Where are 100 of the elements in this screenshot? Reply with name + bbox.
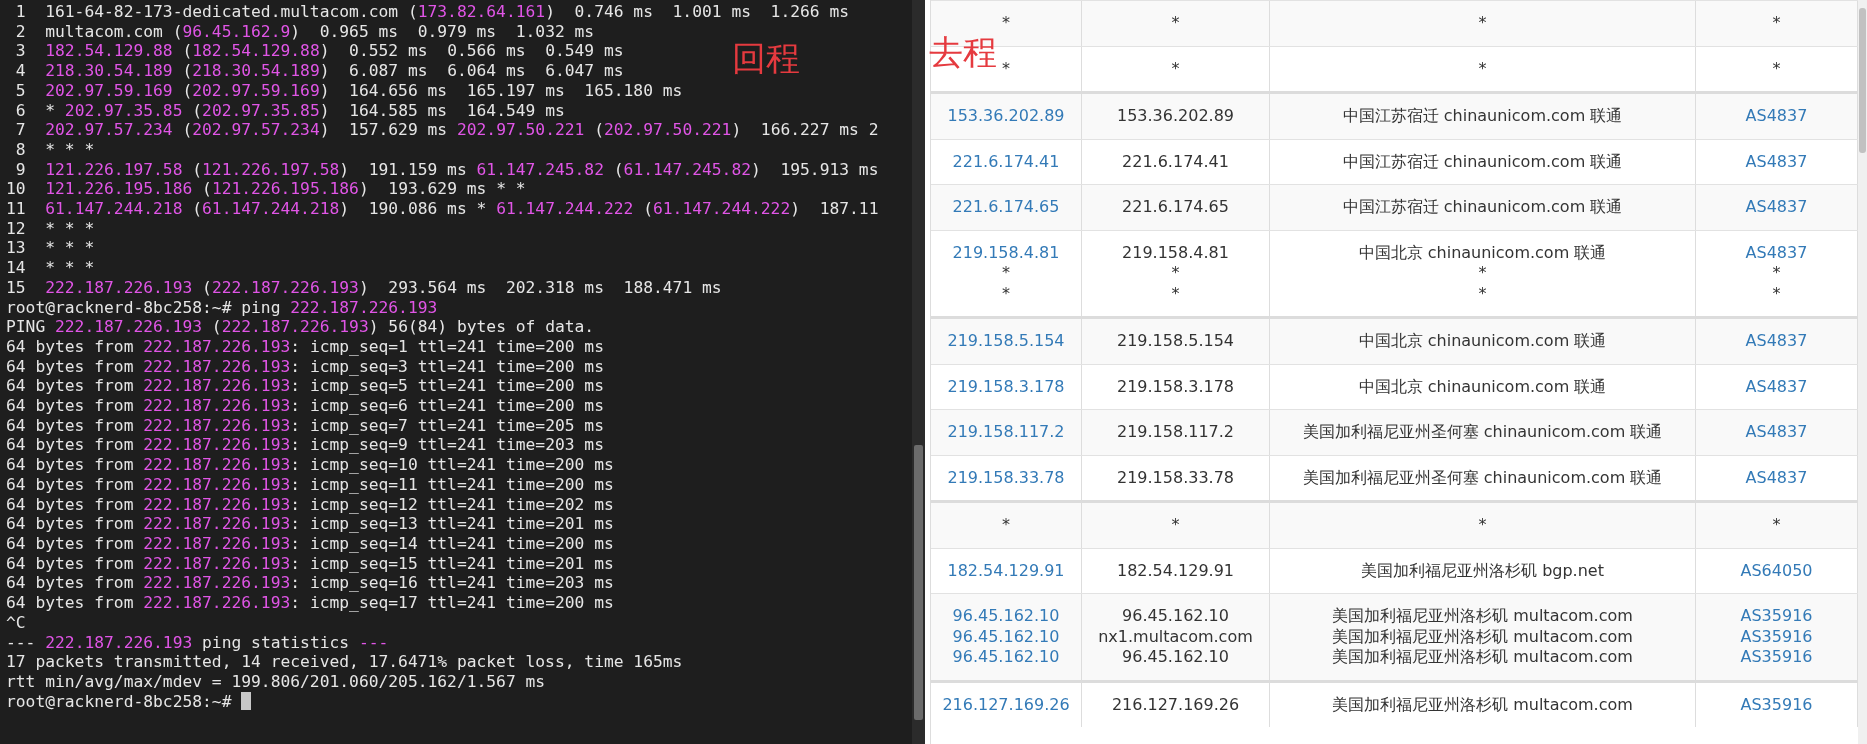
- ip-link[interactable]: 219.158.117.2: [947, 422, 1065, 443]
- hostname-text: 216.127.169.26: [1111, 694, 1240, 715]
- terminal-line: 10 121.226.195.186 (121.226.195.186) 193.629 ms * *: [6, 179, 526, 200]
- terminal-line: 64 bytes from 222.187.226.193: icmp_seq=1 ttl=241 time=200 ms: [6, 336, 604, 357]
- timeout-mark: *: [1002, 13, 1010, 34]
- annotation-label: 去程: [929, 32, 997, 72]
- timeout-mark: *: [1478, 283, 1487, 304]
- location-text: 中国江苏宿迁 chinaunicom.com 联通: [1342, 106, 1623, 127]
- timeout-mark: *: [1478, 13, 1487, 34]
- ip-link[interactable]: 219.158.5.154: [947, 331, 1065, 352]
- terminal-line: 6 * 202.97.35.85 (202.97.35.85) 164.585 ms 164.549 ms: [14, 100, 565, 121]
- terminal-line: 64 bytes from 222.187.226.193: icmp_seq=12 ttl=241 time=202 ms: [6, 494, 614, 515]
- hostname-text: 182.54.129.91: [1116, 560, 1235, 581]
- terminal-line: 2 multacom.com (96.45.162.9) 0.965 ms 0.979 ms 1.032 ms: [14, 21, 595, 42]
- terminal-line: 13 * * *: [6, 238, 95, 259]
- terminal-line: 64 bytes from 222.187.226.193: icmp_seq=5 ttl=241 time=200 ms: [6, 376, 604, 397]
- scrollbar[interactable]: [1858, 0, 1867, 744]
- hostname-text: 219.158.33.78: [1116, 467, 1235, 488]
- terminal-line: 3 182.54.129.88 (182.54.129.88) 0.552 ms 0.566 ms 0.549 ms: [14, 41, 624, 62]
- location-text: 中国北京 chinaunicom.com 联通: [1358, 376, 1607, 397]
- ip-link[interactable]: 182.54.129.91: [947, 560, 1065, 581]
- timeout-mark: *: [1478, 58, 1487, 79]
- ip-link[interactable]: 221.6.174.41: [952, 151, 1060, 172]
- ip-link[interactable]: 153.36.202.89: [947, 106, 1065, 127]
- timeout-mark: *: [1171, 515, 1180, 536]
- hostname-text: nx1.multacom.com: [1098, 626, 1253, 647]
- terminal-line: PING 222.187.226.193 (222.187.226.193) 56(84) bytes of data.: [6, 317, 595, 337]
- location-text: 美国加利福尼亚州洛杉矶 multacom.com: [1332, 606, 1633, 627]
- location-text: 美国加利福尼亚州洛杉矶 multacom.com: [1332, 647, 1633, 668]
- location-text: 中国江苏宿迁 chinaunicom.com 联通: [1342, 197, 1623, 218]
- hostname-text: 219.158.5.154: [1116, 331, 1235, 352]
- terminal-line: rtt min/avg/max/mdev = 199.806/201.060/205.162/1.567 ms: [6, 671, 546, 692]
- hostname-text: 219.158.3.178: [1116, 376, 1235, 397]
- asn-link[interactable]: AS4837: [1745, 197, 1808, 218]
- terminal-line: 5 202.97.59.169 (202.97.59.169) 164.656 ms 165.197 ms 165.180 ms: [14, 80, 683, 101]
- asn-link[interactable]: AS4837: [1745, 106, 1808, 127]
- timeout-mark: *: [1002, 515, 1010, 536]
- asn-link[interactable]: AS35916: [1740, 694, 1813, 715]
- terminal-line: root@racknerd-8bc258:~# ping 222.187.226.193: [6, 297, 438, 318]
- terminal-line: 64 bytes from 222.187.226.193: icmp_seq=16 ttl=241 time=203 ms: [6, 573, 614, 594]
- terminal-line: 1 161-64-82-173-dedicated.multacom.com (173.82.64.161) 0.746 ms 1.001 ms 1.266 ms: [14, 2, 849, 22]
- asn-link[interactable]: AS64050: [1740, 560, 1813, 581]
- terminal-line: 64 bytes from 222.187.226.193: icmp_seq=15 ttl=241 time=201 ms: [6, 553, 614, 574]
- terminal-line: 64 bytes from 222.187.226.193: icmp_seq=13 ttl=241 time=201 ms: [6, 514, 614, 534]
- ip-link[interactable]: 219.158.4.81: [952, 242, 1060, 263]
- ip-link[interactable]: 96.45.162.10: [952, 647, 1060, 668]
- terminal-line: 64 bytes from 222.187.226.193: icmp_seq=14 ttl=241 time=200 ms: [6, 534, 614, 554]
- timeout-mark: *: [1171, 13, 1180, 34]
- timeout-mark: *: [1171, 283, 1180, 304]
- asn-link[interactable]: AS35916: [1740, 626, 1813, 647]
- ip-link[interactable]: 219.158.33.78: [947, 467, 1065, 488]
- hostname-text: 153.36.202.89: [1116, 106, 1235, 127]
- asn-link[interactable]: AS4837: [1745, 331, 1808, 352]
- scrollbar[interactable]: [912, 0, 925, 744]
- terminal-line: 64 bytes from 222.187.226.193: icmp_seq=9 ttl=241 time=203 ms: [6, 435, 604, 456]
- timeout-mark: *: [1478, 263, 1487, 284]
- asn-link[interactable]: AS4837: [1745, 422, 1808, 443]
- timeout-mark: *: [1171, 263, 1180, 284]
- hostname-text: 219.158.117.2: [1116, 422, 1235, 443]
- asn-link[interactable]: AS35916: [1740, 647, 1813, 668]
- terminal-line: 7 202.97.57.234 (202.97.57.234) 157.629 ms 202.97.50.221 (202.97.50.221) 166.227 ms 2: [14, 120, 879, 140]
- timeout-mark: *: [1171, 58, 1180, 79]
- timeout-mark: *: [1478, 515, 1487, 536]
- asn-link[interactable]: AS4837: [1745, 151, 1808, 172]
- ip-link[interactable]: 96.45.162.10: [952, 606, 1060, 627]
- terminal-line: --- 222.187.226.193 ping statistics ---: [6, 632, 389, 653]
- ip-link[interactable]: 219.158.3.178: [947, 376, 1065, 397]
- asn-link[interactable]: AS4837: [1745, 467, 1808, 488]
- terminal-line: 11 61.147.244.218 (61.147.244.218) 190.086 ms * 61.147.244.222 (61.147.244.222) 187.11: [6, 199, 879, 219]
- asn-link[interactable]: AS35916: [1740, 606, 1813, 627]
- terminal-line: ^C: [6, 612, 26, 633]
- location-text: 中国北京 chinaunicom.com 联通: [1358, 242, 1607, 263]
- terminal-line: 14 * * *: [6, 258, 95, 278]
- hostname-text: 96.45.162.10: [1122, 647, 1229, 668]
- hostname-text: 221.6.174.65: [1122, 197, 1229, 218]
- location-text: 中国江苏宿迁 chinaunicom.com 联通: [1342, 151, 1623, 172]
- terminal-line: 64 bytes from 222.187.226.193: icmp_seq=3 ttl=241 time=200 ms: [6, 356, 604, 377]
- timeout-mark: *: [1002, 263, 1010, 284]
- location-text: 中国北京 chinaunicom.com 联通: [1358, 331, 1607, 352]
- ip-link[interactable]: 221.6.174.65: [952, 197, 1060, 218]
- ip-link[interactable]: 216.127.169.26: [942, 694, 1070, 715]
- terminal-line: 9 121.226.197.58 (121.226.197.58) 191.159 ms 61.147.245.82 (61.147.245.82) 195.913 ms: [14, 159, 879, 180]
- location-text: 美国加利福尼亚州洛杉矶 multacom.com: [1332, 694, 1633, 715]
- ip-link[interactable]: 96.45.162.10: [952, 626, 1060, 647]
- terminal-line: 64 bytes from 222.187.226.193: icmp_seq=7 ttl=241 time=205 ms: [6, 415, 604, 436]
- asn-link[interactable]: AS4837: [1745, 376, 1808, 397]
- asn-link[interactable]: AS4837: [1745, 242, 1808, 263]
- timeout-mark: *: [1772, 283, 1781, 304]
- location-text: 美国加利福尼亚州圣何塞 chinaunicom.com 联通: [1302, 422, 1663, 443]
- terminal-line: 15 222.187.226.193 (222.187.226.193) 293.564 ms 202.318 ms 188.471 ms: [6, 277, 722, 298]
- location-text: 美国加利福尼亚州洛杉矶 multacom.com: [1332, 626, 1633, 647]
- terminal-line: 8 * * *: [14, 139, 95, 160]
- location-text: 美国加利福尼亚州洛杉矶 bgp.net: [1361, 560, 1604, 581]
- terminal-line: 12 * * *: [6, 218, 95, 239]
- timeout-mark: *: [1772, 58, 1781, 79]
- timeout-mark: *: [1772, 515, 1781, 536]
- timeout-mark: *: [1772, 263, 1781, 284]
- annotation-label: 回程: [732, 38, 800, 78]
- timeout-mark: *: [1002, 283, 1010, 304]
- hostname-text: 221.6.174.41: [1122, 151, 1229, 172]
